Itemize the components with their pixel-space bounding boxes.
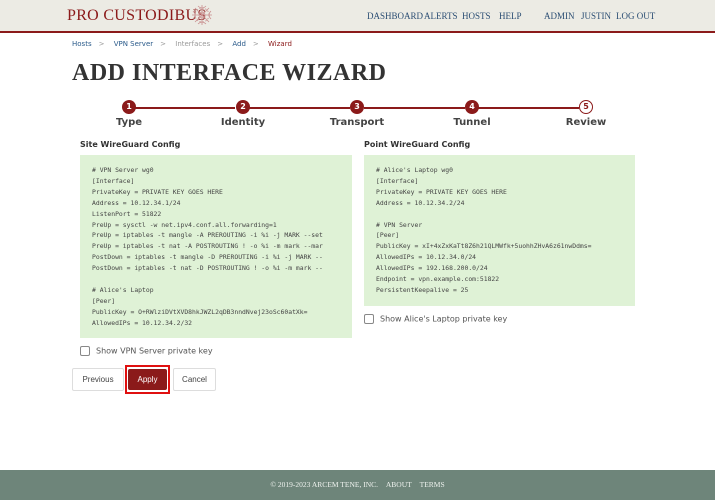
show-point-key-toggle[interactable]: Show Alice's Laptop private key [364, 314, 507, 324]
previous-button[interactable]: Previous [72, 368, 124, 391]
nav-dashboard[interactable]: DASHBOARD [367, 11, 423, 21]
show-point-key-label[interactable]: Show Alice's Laptop private key [380, 315, 507, 324]
show-point-key-checkbox[interactable] [364, 314, 374, 324]
step-3-label[interactable]: Transport [307, 117, 407, 128]
breadcrumb-separator: > [217, 40, 224, 48]
breadcrumb-add[interactable]: Add [232, 40, 246, 48]
nav-alerts[interactable]: ALERTS [424, 11, 457, 21]
step-connector [478, 107, 579, 109]
top-header: PRO CUSTODIBUS DASHBOARD ALERTS HOSTS HE… [0, 0, 715, 33]
step-4-marker[interactable]: 4 [465, 100, 479, 114]
breadcrumb-wizard: Wizard [268, 40, 292, 48]
nav-admin[interactable]: ADMIN [544, 11, 575, 21]
step-1-label[interactable]: Type [79, 117, 179, 128]
breadcrumb-separator: > [252, 40, 259, 48]
ornamental-emblem-icon [192, 5, 212, 25]
site-config-code[interactable]: # VPN Server wg0 [Interface] PrivateKey … [80, 155, 352, 338]
footer-copyright: © 2019-2023 ARCEM TENE, INC. [270, 480, 379, 489]
nav-hosts[interactable]: HOSTS [462, 11, 491, 21]
cancel-button[interactable]: Cancel [173, 368, 216, 391]
breadcrumb-hosts[interactable]: Hosts [72, 40, 92, 48]
step-1-marker[interactable]: 1 [122, 100, 136, 114]
step-2-marker[interactable]: 2 [236, 100, 250, 114]
footer-terms-link[interactable]: TERMS [420, 480, 445, 489]
step-4-label[interactable]: Tunnel [422, 117, 522, 128]
step-3-marker[interactable]: 3 [350, 100, 364, 114]
footer-about-link[interactable]: ABOUT [386, 480, 412, 489]
nav-user[interactable]: JUSTIN [581, 11, 611, 21]
step-2-label[interactable]: Identity [193, 117, 293, 128]
breadcrumb: Hosts > VPN Server > Interfaces > Add > Wiza… [72, 40, 299, 48]
wizard-progress: 1 Type 2 Identity 3 Transport 4 Tunnel 5… [0, 98, 715, 130]
step-connector [249, 107, 350, 109]
step-connector [364, 107, 465, 109]
step-connector [135, 107, 235, 109]
brand-logo[interactable]: PRO CUSTODIBUS [67, 7, 207, 25]
page-title: ADD INTERFACE WIZARD [72, 60, 387, 86]
page-footer: © 2019-2023 ARCEM TENE, INC. ABOUT TERMS [0, 470, 715, 500]
point-config-heading: Point WireGuard Config [364, 140, 471, 149]
site-config-heading: Site WireGuard Config [80, 140, 181, 149]
show-site-key-checkbox[interactable] [80, 346, 90, 356]
breadcrumb-separator: > [160, 40, 167, 48]
step-5-marker: 5 [579, 100, 593, 114]
point-config-code[interactable]: # Alice's Laptop wg0 [Interface] Private… [364, 155, 635, 306]
step-5-label: Review [565, 117, 607, 128]
show-site-key-toggle[interactable]: Show VPN Server private key [80, 346, 213, 356]
breadcrumb-interfaces: Interfaces [175, 40, 211, 48]
nav-logout[interactable]: LOG OUT [616, 11, 655, 21]
show-site-key-label[interactable]: Show VPN Server private key [96, 347, 213, 356]
apply-button[interactable]: Apply [128, 369, 167, 390]
breadcrumb-vpn-server[interactable]: VPN Server [114, 40, 153, 48]
nav-help[interactable]: HELP [499, 11, 522, 21]
breadcrumb-separator: > [98, 40, 105, 48]
